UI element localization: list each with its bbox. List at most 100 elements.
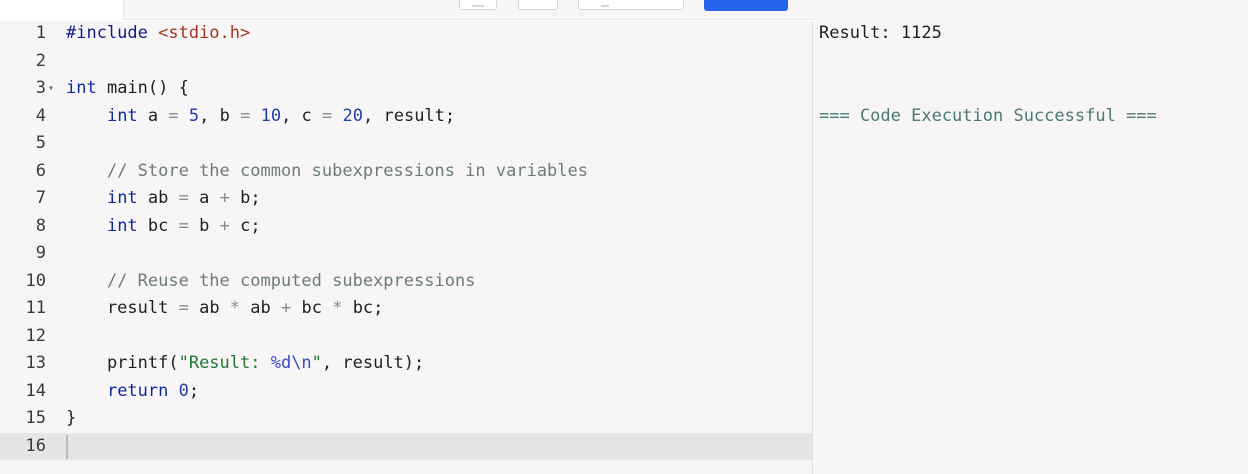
line-number: 6 xyxy=(35,160,46,181)
code-token: ; xyxy=(188,380,200,401)
code-token: 10 xyxy=(260,105,282,126)
toolbar-button-1[interactable] xyxy=(459,0,497,10)
code-token: int xyxy=(106,215,138,236)
code-text: result = ab * ab + bc * bc; xyxy=(66,295,383,323)
code-token: 5 xyxy=(188,105,200,126)
line-number: 12 xyxy=(25,325,46,346)
line-number: 5 xyxy=(35,133,46,153)
code-text: } xyxy=(66,405,76,433)
code-token: + xyxy=(281,298,292,318)
code-line[interactable]: 15} xyxy=(0,405,813,433)
code-token: = xyxy=(322,105,333,126)
code-token: printf( xyxy=(66,353,179,373)
code-token: * xyxy=(229,298,241,318)
code-line[interactable]: 8 int bc = b + c; xyxy=(0,213,813,241)
code-line[interactable]: 13 printf("Result: %d\n", result); xyxy=(0,350,813,378)
code-token: int xyxy=(66,78,97,98)
code-line[interactable]: 14 return 0; xyxy=(0,378,813,406)
line-number: 4 xyxy=(35,105,46,126)
output-result-line: Result: 1125 xyxy=(819,23,942,43)
code-line[interactable]: 4 int a = 5, b = 10, c = 20, result; xyxy=(0,103,813,131)
code-token: bc xyxy=(291,298,333,318)
toolbar-icon xyxy=(472,2,484,7)
line-number: 10 xyxy=(25,270,46,291)
line-number: 2 xyxy=(35,50,46,71)
code-text: printf("Result: %d\n", result); xyxy=(66,350,424,378)
code-editor[interactable]: 1 #include <stdio.h> 2 3 ▾ int main() {4 int … xyxy=(0,21,813,474)
line-number: 9 xyxy=(35,243,46,263)
code-text: return 0; xyxy=(66,378,199,406)
line-number: 7 xyxy=(35,188,46,208)
code-token: ab xyxy=(240,298,281,318)
code-token: , result); xyxy=(321,353,425,373)
code-line[interactable]: 5 xyxy=(0,130,813,158)
code-text: // Reuse the computed subexpressions xyxy=(66,268,475,296)
code-token: bc; xyxy=(342,298,384,318)
code-token: <stdio.h> xyxy=(158,23,251,43)
code-text: int main() { xyxy=(66,75,189,103)
code-token: , c xyxy=(281,105,323,126)
code-line[interactable]: 12 xyxy=(0,323,813,351)
code-token: + xyxy=(219,188,230,208)
code-line[interactable]: 7 int ab = a + b; xyxy=(0,185,813,213)
code-token: "Result: xyxy=(178,353,271,373)
code-token: a xyxy=(188,188,220,208)
code-token: ab xyxy=(188,298,230,318)
code-token: int xyxy=(106,188,138,208)
code-token: bc xyxy=(137,215,179,236)
code-token: , b xyxy=(199,105,241,126)
run-button[interactable] xyxy=(704,0,788,11)
code-token: = xyxy=(168,105,179,126)
code-line[interactable]: 11 result = ab * ab + bc * bc; xyxy=(0,295,813,323)
code-token: b; xyxy=(229,188,261,208)
line-number: 1 xyxy=(35,23,46,43)
toolbar-icon xyxy=(601,2,609,7)
code-text: int ab = a + b; xyxy=(66,185,261,213)
code-line[interactable]: 3 ▾ int main() { xyxy=(0,75,813,103)
code-line[interactable]: 2 xyxy=(0,48,813,76)
code-text: // Store the common subexpressions in va… xyxy=(66,158,588,186)
code-text: int bc = b + c; xyxy=(66,213,261,241)
code-text: #include <stdio.h> xyxy=(66,20,250,48)
code-text: int a = 5, b = 10, c = 20, result; xyxy=(66,103,455,131)
code-line[interactable]: 16 xyxy=(0,432,813,460)
code-line[interactable]: 10 // Reuse the computed subexpressions xyxy=(0,268,813,296)
code-token: ab xyxy=(137,188,179,208)
code-token: , result; xyxy=(363,105,456,126)
code-token: a xyxy=(137,105,169,126)
code-line[interactable]: 6 // Store the common subexpressions in … xyxy=(0,158,813,186)
code-token: b xyxy=(188,215,220,236)
toolbar-button-2[interactable] xyxy=(518,0,558,10)
line-number: 14 xyxy=(25,380,46,401)
code-token: = xyxy=(178,215,189,236)
text-cursor xyxy=(66,434,68,459)
code-token: int xyxy=(106,105,138,126)
code-token: // Store the common subexpressions in va… xyxy=(106,160,588,181)
toolbar-button-3[interactable] xyxy=(578,0,684,10)
code-line[interactable]: 1 #include <stdio.h> xyxy=(0,20,813,48)
code-token: } xyxy=(66,408,77,428)
code-token: main() { xyxy=(96,78,189,98)
code-token: " xyxy=(311,353,322,373)
code-token: return xyxy=(106,380,169,401)
line-number: 16 xyxy=(25,435,46,456)
code-token: * xyxy=(332,298,343,318)
code-token: // Reuse the computed subexpressions xyxy=(106,270,476,291)
code-token: = xyxy=(240,105,251,126)
code-token: + xyxy=(219,215,230,236)
line-number: 11 xyxy=(25,298,46,318)
code-line[interactable]: 9 xyxy=(0,240,813,268)
fold-arrow-icon[interactable]: ▾ xyxy=(48,75,54,103)
line-number: 15 xyxy=(25,408,46,428)
output-success-line: === Code Execution Successful === xyxy=(819,106,1157,126)
